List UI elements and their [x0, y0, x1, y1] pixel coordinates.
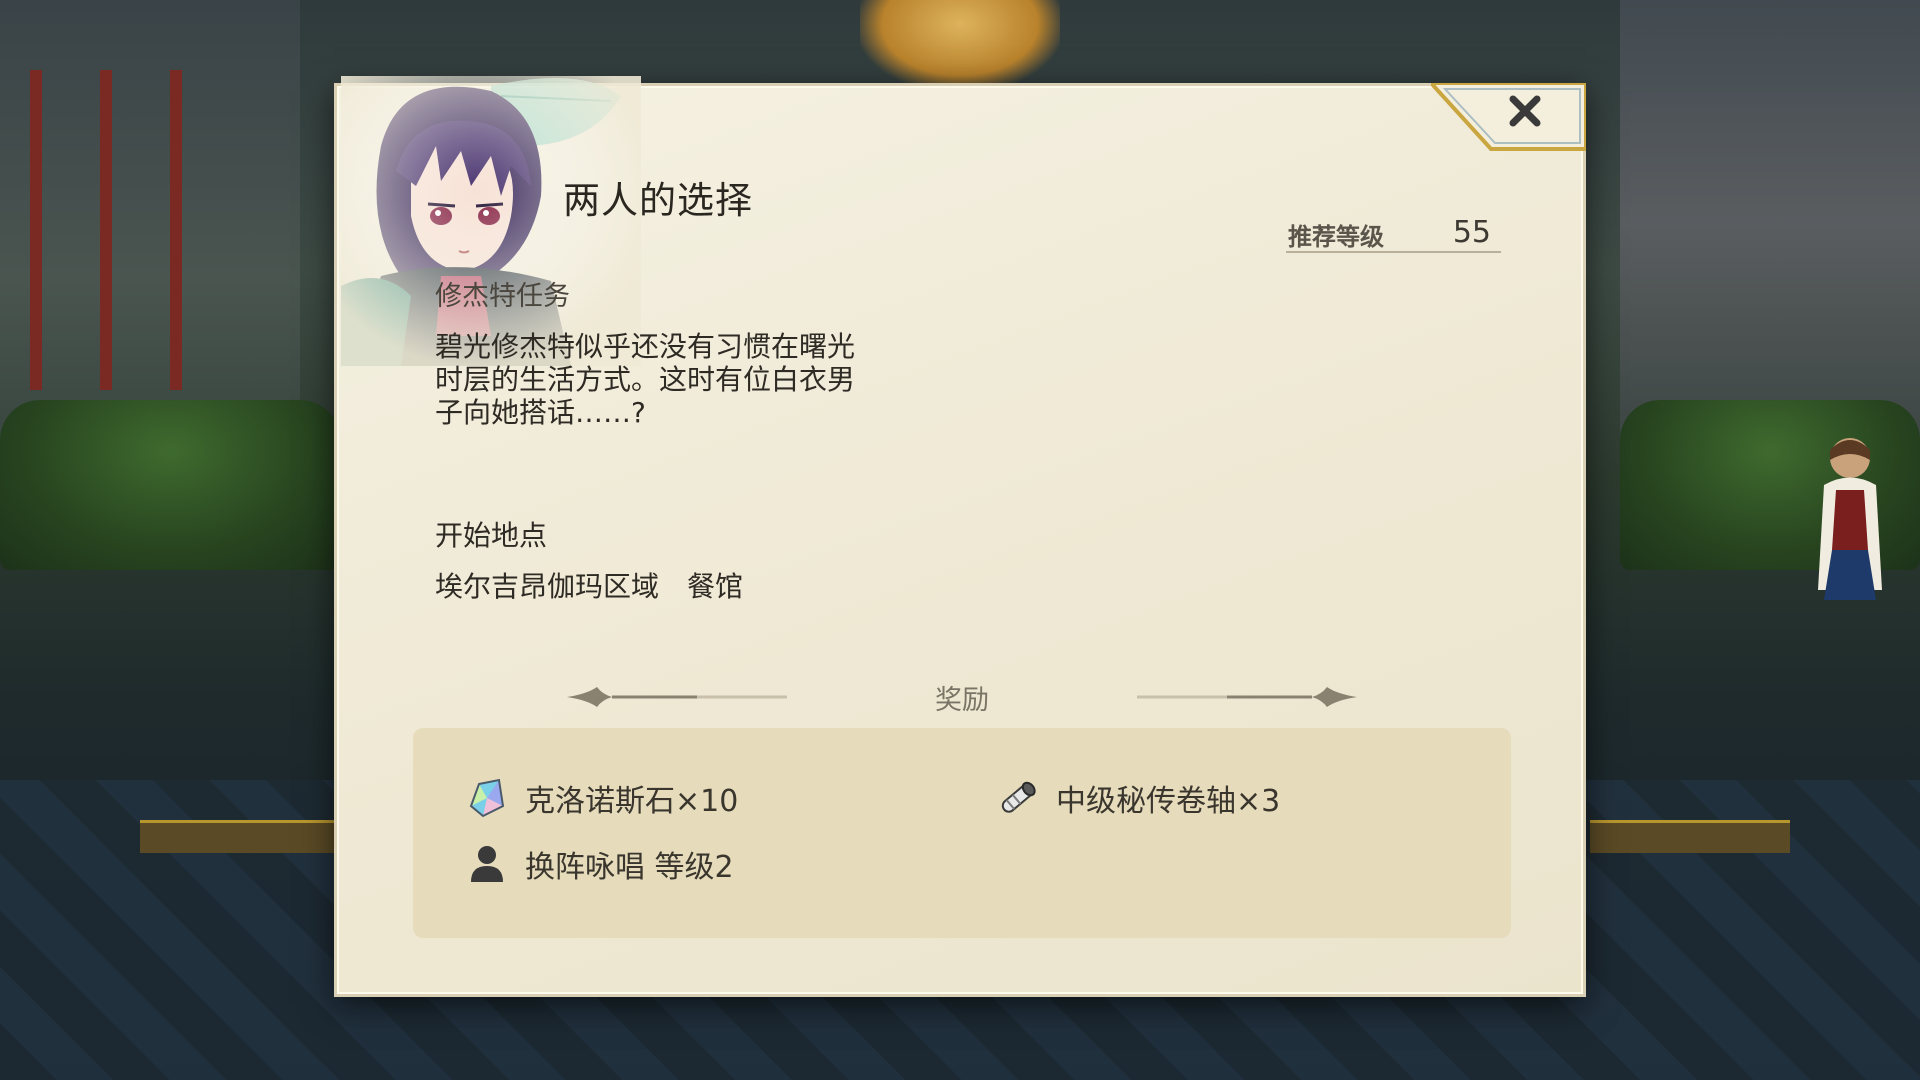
start-location-value: 埃尔吉昂伽玛区域 餐馆: [435, 570, 744, 603]
reward-label: 换阵咏唱 等级2: [525, 850, 734, 885]
recommended-level-value: 55: [1452, 215, 1491, 250]
reward-item: 克洛诺斯石×10: [465, 776, 738, 820]
reward-item: 换阵咏唱 等级2: [465, 842, 734, 886]
reward-label: 中级秘传卷轴×3: [1056, 784, 1281, 819]
quest-title: 两人的选择: [563, 179, 753, 222]
quest-detail-dialog: 两人的选择 推荐等级 55 修杰特任务 碧光修杰特似乎还没有习惯在曙光时层的生活…: [334, 76, 1586, 997]
ornament-divider-right: [1137, 687, 1357, 707]
background-pillar: [170, 70, 182, 390]
game-scene: 两人的选择 推荐等级 55 修杰特任务 碧光修杰特似乎还没有习惯在曙光时层的生活…: [0, 0, 1920, 1080]
close-button[interactable]: [1431, 83, 1586, 151]
reward-item: 中级秘传卷轴×3: [996, 776, 1280, 820]
background-pillar: [30, 70, 42, 390]
background-ledge: [1590, 820, 1790, 853]
background-rose-ornament: [860, 0, 1060, 90]
reward-list: 克洛诺斯石×10 中级秘传卷轴×3 换阵咏唱 等级2: [413, 728, 1511, 938]
crystal-icon: [469, 778, 505, 818]
quest-category: 修杰特任务: [435, 281, 570, 312]
person-icon: [471, 846, 503, 882]
reward-header: 奖励: [567, 672, 1357, 722]
recommended-level-label: 推荐等级: [1288, 222, 1384, 251]
recommended-level: 推荐等级 55: [1286, 211, 1501, 253]
scroll-icon: [1001, 781, 1036, 813]
background-pillar: [100, 70, 112, 390]
background-ledge: [140, 820, 340, 853]
quest-description: 碧光修杰特似乎还没有习惯在曙光时层的生活方式。这时有位白衣男子向她搭话……?: [435, 330, 856, 429]
background-npc-character: [1818, 438, 1882, 600]
start-location-label: 开始地点: [435, 519, 548, 552]
background-hedge-left: [0, 400, 340, 570]
reward-label: 克洛诺斯石×10: [525, 784, 739, 819]
